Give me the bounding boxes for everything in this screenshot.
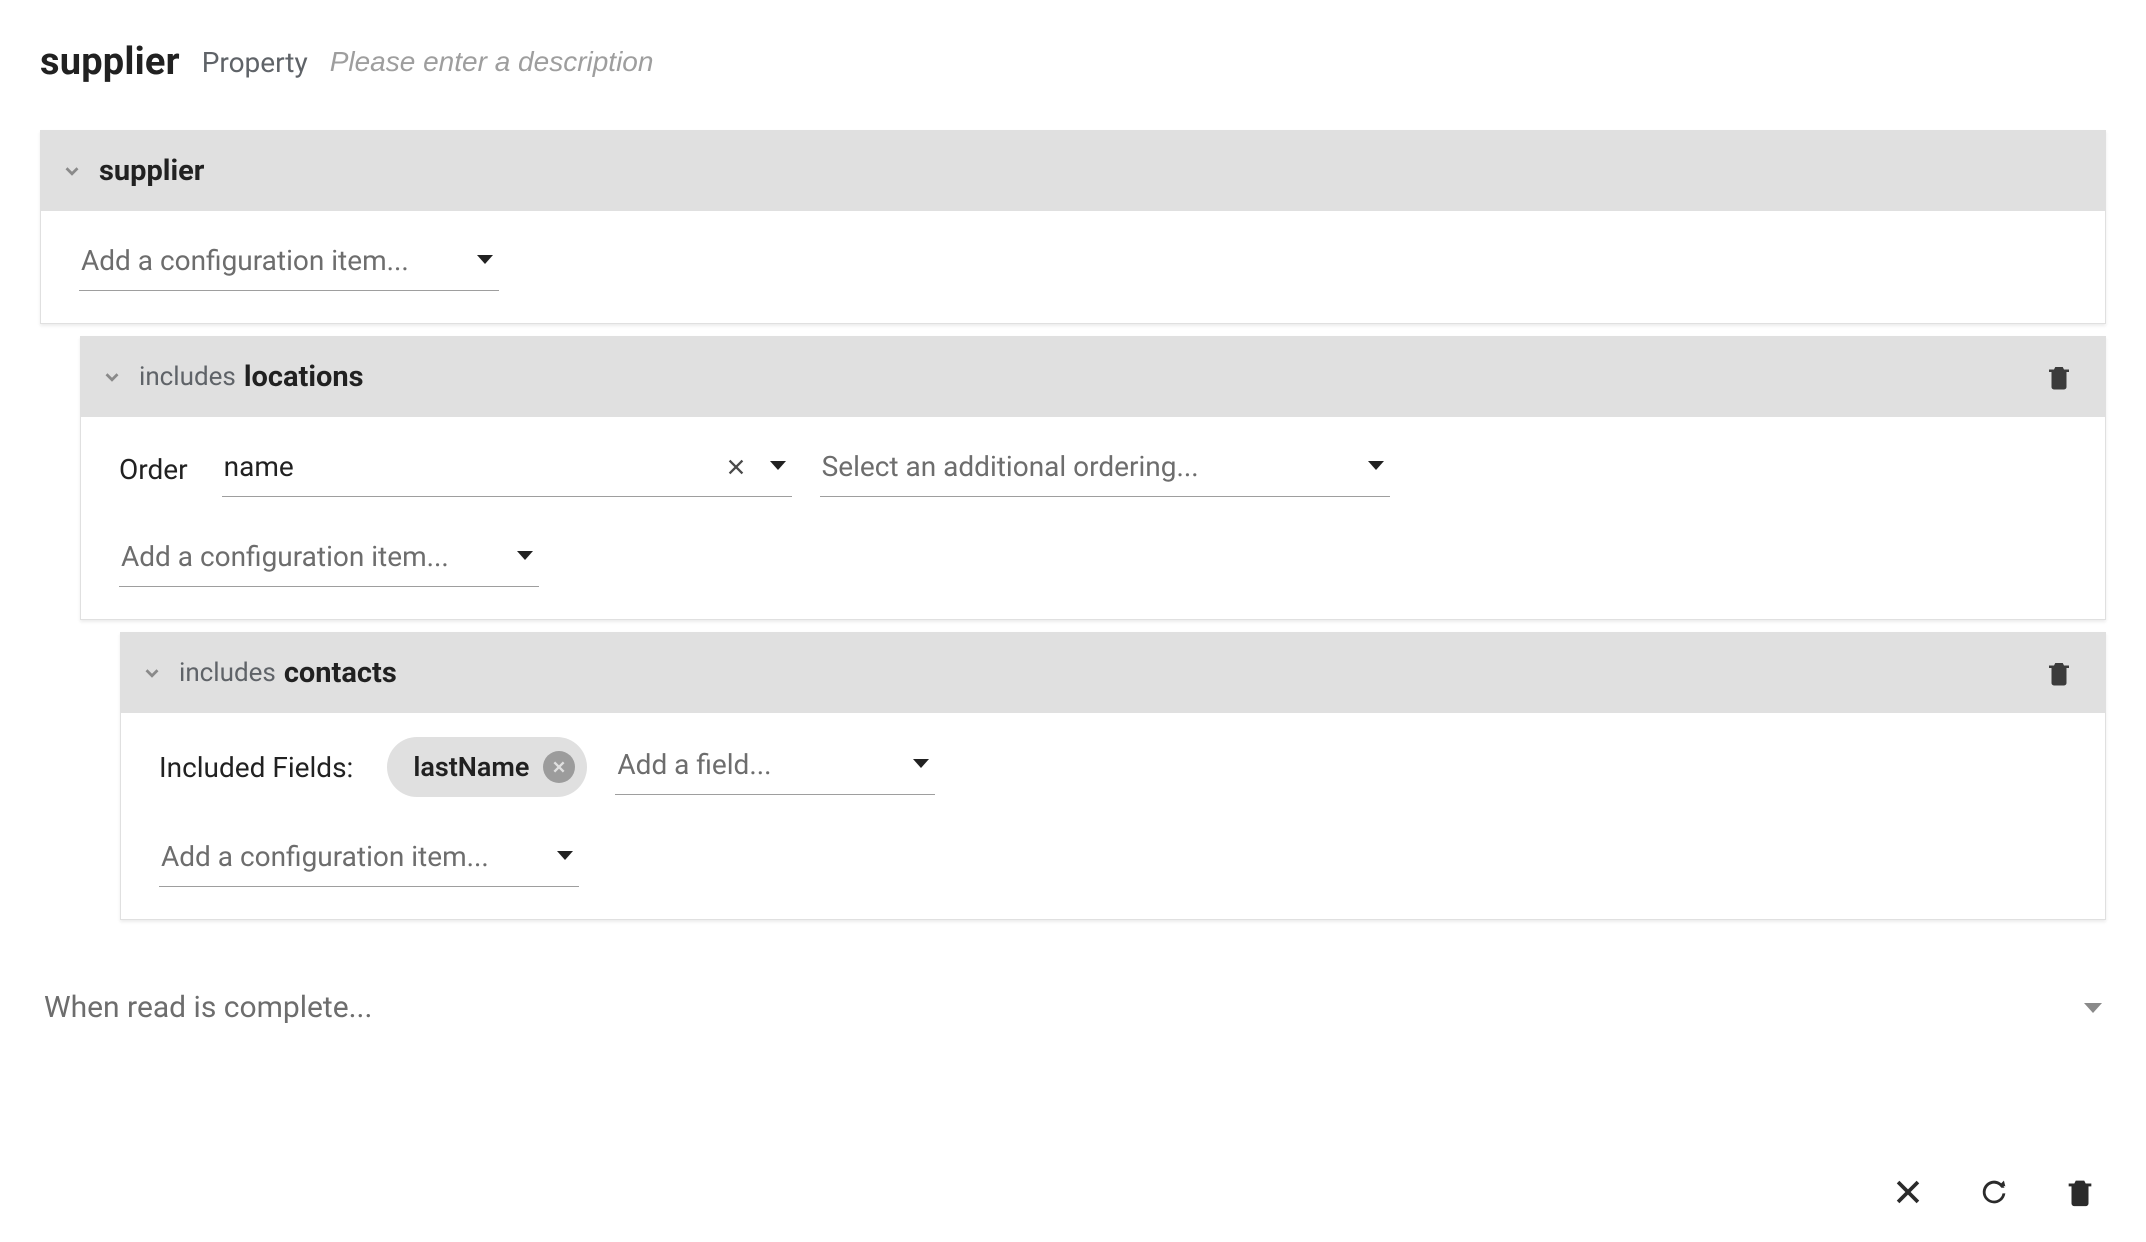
- footer-label: When read is complete...: [44, 990, 2084, 1025]
- panel-header-contacts: includes contacts: [121, 633, 2105, 713]
- close-icon: [725, 456, 747, 478]
- includes-label: includes: [179, 658, 276, 688]
- panel-title: contacts: [284, 656, 397, 690]
- close-icon: [1891, 1175, 1925, 1209]
- remove-chip-button[interactable]: [543, 751, 575, 783]
- clear-order-button[interactable]: [716, 447, 756, 487]
- panel-title: locations: [244, 360, 364, 394]
- when-read-complete-expander[interactable]: When read is complete...: [40, 990, 2106, 1025]
- order-select[interactable]: name: [222, 441, 792, 497]
- panel-header-locations: includes locations: [81, 337, 2105, 417]
- chevron-down-icon[interactable]: [55, 154, 89, 188]
- page-subtitle: Property: [202, 46, 308, 79]
- select-value: name: [224, 450, 710, 483]
- chip-label: lastName: [413, 751, 529, 783]
- page-header: supplier Property: [40, 40, 2106, 84]
- panel-header-supplier: supplier: [41, 131, 2105, 211]
- panel-supplier: supplier Add a configuration item...: [40, 130, 2106, 324]
- field-chip-lastname: lastName: [387, 737, 587, 797]
- page-title: supplier: [40, 40, 180, 84]
- delete-panel-button[interactable]: [2037, 651, 2081, 695]
- select-placeholder: Add a configuration item...: [161, 840, 543, 873]
- tab-handle[interactable]: [2016, 138, 2106, 148]
- chevron-down-icon[interactable]: [135, 656, 169, 690]
- chevron-down-icon: [2084, 1003, 2102, 1013]
- dropdown-triangle-icon: [557, 851, 573, 860]
- add-field-select[interactable]: Add a field...: [615, 739, 935, 795]
- add-config-item-select[interactable]: Add a configuration item...: [119, 531, 539, 587]
- select-placeholder: Add a configuration item...: [81, 244, 463, 277]
- close-button[interactable]: [1882, 1166, 1934, 1218]
- select-placeholder: Add a configuration item...: [121, 540, 503, 573]
- action-bar: [1882, 1166, 2106, 1218]
- refresh-icon: [1977, 1175, 2011, 1209]
- delete-button[interactable]: [2054, 1166, 2106, 1218]
- dropdown-triangle-icon: [1368, 461, 1384, 470]
- includes-label: includes: [139, 362, 236, 392]
- delete-panel-button[interactable]: [2037, 355, 2081, 399]
- trash-icon: [2063, 1175, 2097, 1209]
- additional-order-select[interactable]: Select an additional ordering...: [820, 441, 1390, 497]
- add-config-item-select[interactable]: Add a configuration item...: [79, 235, 499, 291]
- select-placeholder: Add a field...: [617, 748, 899, 781]
- add-config-item-select[interactable]: Add a configuration item...: [159, 831, 579, 887]
- select-placeholder: Select an additional ordering...: [822, 450, 1354, 483]
- trash-icon: [2044, 362, 2074, 392]
- chevron-down-icon[interactable]: [95, 360, 129, 394]
- dropdown-triangle-icon: [913, 759, 929, 768]
- panel-contacts: includes contacts Included Fields: lastN…: [120, 632, 2106, 920]
- panel-locations: includes locations Order name Select an …: [80, 336, 2106, 620]
- order-label: Order: [119, 453, 188, 486]
- panel-title: supplier: [99, 154, 204, 188]
- description-input[interactable]: [330, 46, 830, 78]
- refresh-button[interactable]: [1968, 1166, 2020, 1218]
- trash-icon: [2044, 658, 2074, 688]
- dropdown-triangle-icon: [477, 255, 493, 264]
- close-icon: [551, 759, 567, 775]
- included-fields-label: Included Fields:: [159, 751, 353, 784]
- dropdown-triangle-icon: [517, 551, 533, 560]
- dropdown-triangle-icon: [770, 461, 786, 470]
